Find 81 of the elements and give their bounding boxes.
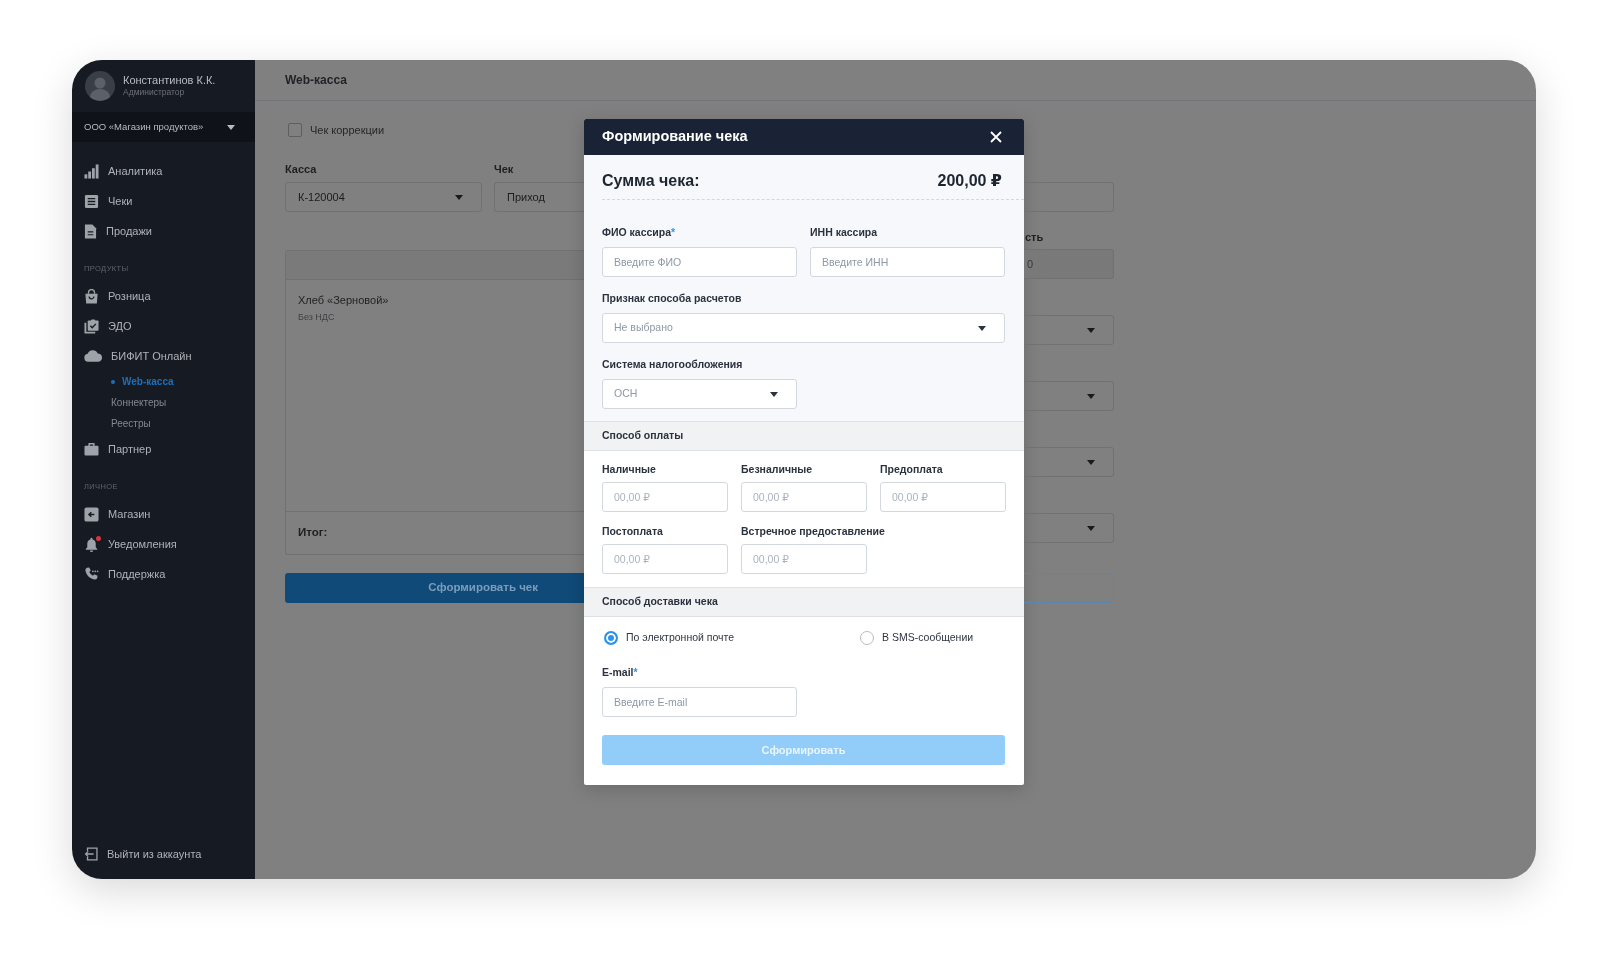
close-icon[interactable] bbox=[990, 131, 1002, 143]
caret-icon bbox=[1087, 327, 1095, 333]
clipboard-check-icon bbox=[84, 318, 99, 334]
delivery-option[interactable]: По электронной почте bbox=[604, 631, 860, 645]
briefcase-icon bbox=[84, 442, 99, 456]
section-header: Способ оплаты bbox=[584, 421, 1024, 451]
user-role: Администратор bbox=[123, 87, 186, 98]
input-field[interactable]: Введите E-mail bbox=[602, 687, 797, 717]
input-field[interactable]: 00,00 ₽ bbox=[602, 482, 728, 512]
total-label: Итог: bbox=[298, 525, 328, 541]
checkbox[interactable] bbox=[288, 123, 302, 137]
caret-icon bbox=[770, 391, 778, 397]
field-label: сть bbox=[1024, 231, 1045, 244]
sum-label: Сумма чека: bbox=[602, 172, 700, 190]
page-title: Web-касса bbox=[285, 72, 347, 89]
text-field[interactable] bbox=[1024, 182, 1114, 212]
organization-dropdown[interactable]: ООО «Магазин продуктов» bbox=[72, 112, 255, 142]
arrow-square-icon bbox=[84, 506, 99, 522]
field-label: Признак способа расчетов bbox=[602, 292, 742, 305]
list-icon bbox=[84, 193, 99, 209]
field-label: E-mail* bbox=[602, 666, 638, 679]
input-field[interactable]: 00,00 ₽ bbox=[741, 544, 867, 574]
caret-icon bbox=[1087, 525, 1095, 531]
input-field[interactable]: 00,00 ₽ bbox=[880, 482, 1006, 512]
dropdown[interactable] bbox=[1024, 381, 1114, 411]
field-label: Встречное предоставление bbox=[741, 525, 885, 538]
logout-icon bbox=[84, 847, 98, 861]
field-label: Касса bbox=[285, 163, 318, 176]
sidebar-item[interactable]: ЭДО bbox=[72, 311, 255, 341]
field-label: Предоплата bbox=[880, 463, 943, 476]
input-field[interactable]: Введите ИНН bbox=[810, 247, 1005, 277]
logout-link[interactable]: Выйти из аккаунта bbox=[72, 839, 255, 869]
item-tax-label: Без НДС bbox=[298, 312, 336, 323]
sidebar-item[interactable]: Магазин bbox=[72, 499, 255, 529]
field-label: Постоплата bbox=[602, 525, 663, 538]
sidebar-item[interactable]: Поддержка bbox=[72, 559, 255, 589]
section-header: Способ доставки чека bbox=[584, 587, 1024, 617]
sidebar-item[interactable]: Аналитика bbox=[72, 156, 255, 186]
sidebar-item[interactable]: Розница bbox=[72, 281, 255, 311]
field-label: Чек bbox=[494, 163, 515, 176]
dropdown[interactable] bbox=[1024, 513, 1114, 543]
field-label: ИНН кассира bbox=[810, 226, 878, 239]
dropdown[interactable] bbox=[1024, 315, 1114, 345]
sidebar-subitem[interactable]: Коннектеры bbox=[72, 392, 167, 413]
sidebar-item[interactable]: Партнер bbox=[72, 434, 255, 464]
avatar-placeholder bbox=[85, 71, 115, 101]
sidebar-item[interactable]: Продажи bbox=[72, 216, 255, 246]
input-field[interactable]: 00,00 ₽ bbox=[741, 482, 867, 512]
sum-value: 200,00 ₽ bbox=[937, 172, 1002, 190]
caret-icon bbox=[978, 325, 986, 331]
dropdown[interactable]: К-120004 bbox=[285, 182, 482, 212]
radio-button[interactable] bbox=[860, 631, 874, 645]
caret-icon bbox=[1087, 459, 1095, 465]
document-icon bbox=[84, 223, 97, 239]
outline-button[interactable] bbox=[1024, 573, 1114, 603]
bar-chart-icon bbox=[84, 163, 99, 179]
cloud-icon bbox=[84, 350, 102, 362]
field-label: Безналичные bbox=[741, 463, 813, 476]
bag-icon bbox=[84, 288, 99, 304]
item-name: Хлеб «Зерновой» bbox=[298, 294, 390, 307]
caret-icon bbox=[1087, 393, 1095, 399]
phone-icon bbox=[84, 566, 99, 582]
caret-icon bbox=[227, 124, 235, 130]
delivery-option[interactable]: В SMS-сообщении bbox=[860, 631, 974, 645]
radio-button[interactable] bbox=[604, 631, 618, 645]
checkbox-label: Чек коррекции bbox=[310, 122, 385, 138]
sidebar-subitem[interactable]: Реестры bbox=[72, 413, 151, 434]
sidebar-item[interactable]: Чеки bbox=[72, 186, 255, 216]
input-field[interactable]: Введите ФИО bbox=[602, 247, 797, 277]
sidebar-item[interactable]: БИФИТ Онлайн bbox=[72, 341, 255, 371]
caret-icon bbox=[455, 194, 463, 200]
field-label: ФИО кассира* bbox=[602, 226, 676, 239]
dropdown[interactable] bbox=[1024, 447, 1114, 477]
sidebar-item[interactable]: Уведомления bbox=[72, 529, 255, 559]
modal-title: Формирование чека bbox=[602, 127, 748, 147]
field-label: Наличные bbox=[602, 463, 656, 476]
user-name: Константинов К.К. bbox=[123, 74, 216, 87]
bell-icon bbox=[84, 536, 99, 552]
input-field[interactable]: 00,00 ₽ bbox=[602, 544, 728, 574]
bullet-icon bbox=[111, 379, 115, 384]
field-label: Система налогообложения bbox=[602, 358, 743, 371]
